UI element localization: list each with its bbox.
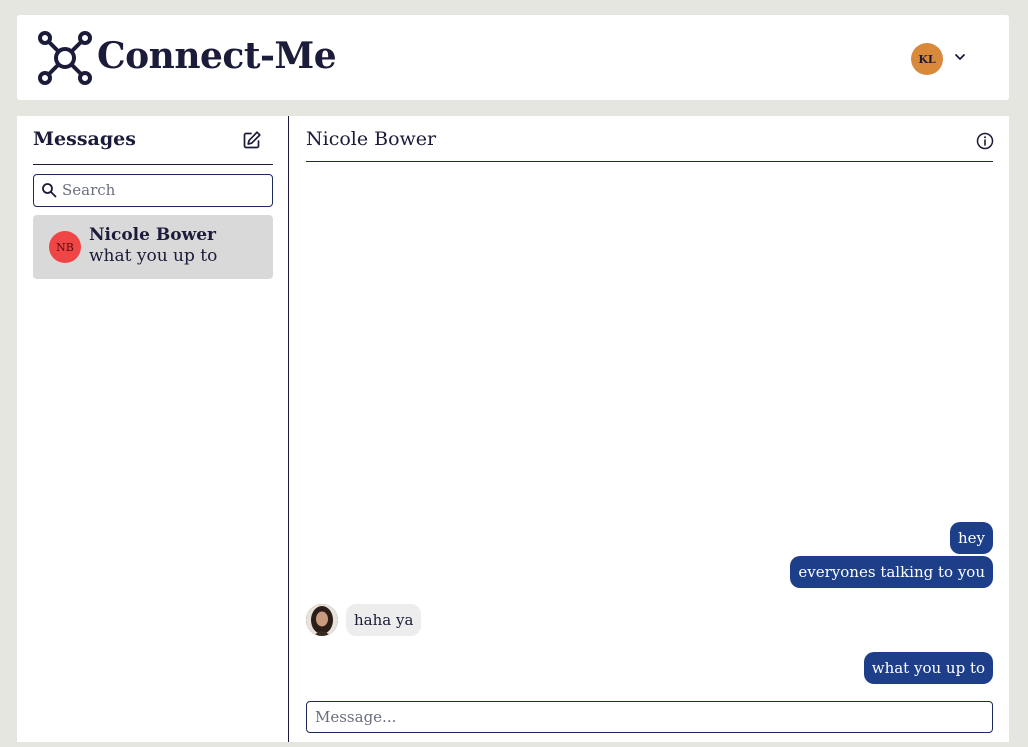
info-circle-icon[interactable] <box>976 132 994 150</box>
chevron-down-icon[interactable] <box>954 51 966 63</box>
avatar-photo <box>306 604 338 636</box>
incoming-message: haha ya <box>346 604 422 636</box>
message-input[interactable] <box>315 705 975 729</box>
search-icon <box>42 183 57 198</box>
chat-divider <box>306 161 993 162</box>
conversation-preview: what you up to <box>89 246 218 266</box>
outgoing-message: everyones talking to you <box>790 556 993 588</box>
outgoing-message: what you up to <box>863 652 993 684</box>
main-panel: Messages NB Nicole Bower what you up to … <box>17 116 1009 742</box>
chat-title: Nicole Bower <box>306 128 437 150</box>
avatar <box>306 604 338 636</box>
sidebar-title: Messages <box>33 128 136 150</box>
messages-sidebar: Messages NB Nicole Bower what you up to <box>17 116 289 742</box>
outgoing-message: hey <box>949 522 993 554</box>
search-box[interactable] <box>33 174 273 207</box>
conversation-name: Nicole Bower <box>89 225 216 245</box>
conversation-item[interactable]: NB Nicole Bower what you up to <box>33 215 273 279</box>
user-avatar[interactable]: KL <box>911 43 943 75</box>
app-header: Connect-Me KL <box>17 15 1009 100</box>
brand-name[interactable]: Connect-Me <box>97 35 337 77</box>
message-composer[interactable] <box>306 701 993 733</box>
search-input[interactable] <box>62 178 267 202</box>
avatar: NB <box>49 231 81 263</box>
edit-square-icon[interactable] <box>242 130 262 150</box>
sidebar-divider <box>33 164 273 165</box>
hub-network-icon[interactable] <box>37 30 93 86</box>
